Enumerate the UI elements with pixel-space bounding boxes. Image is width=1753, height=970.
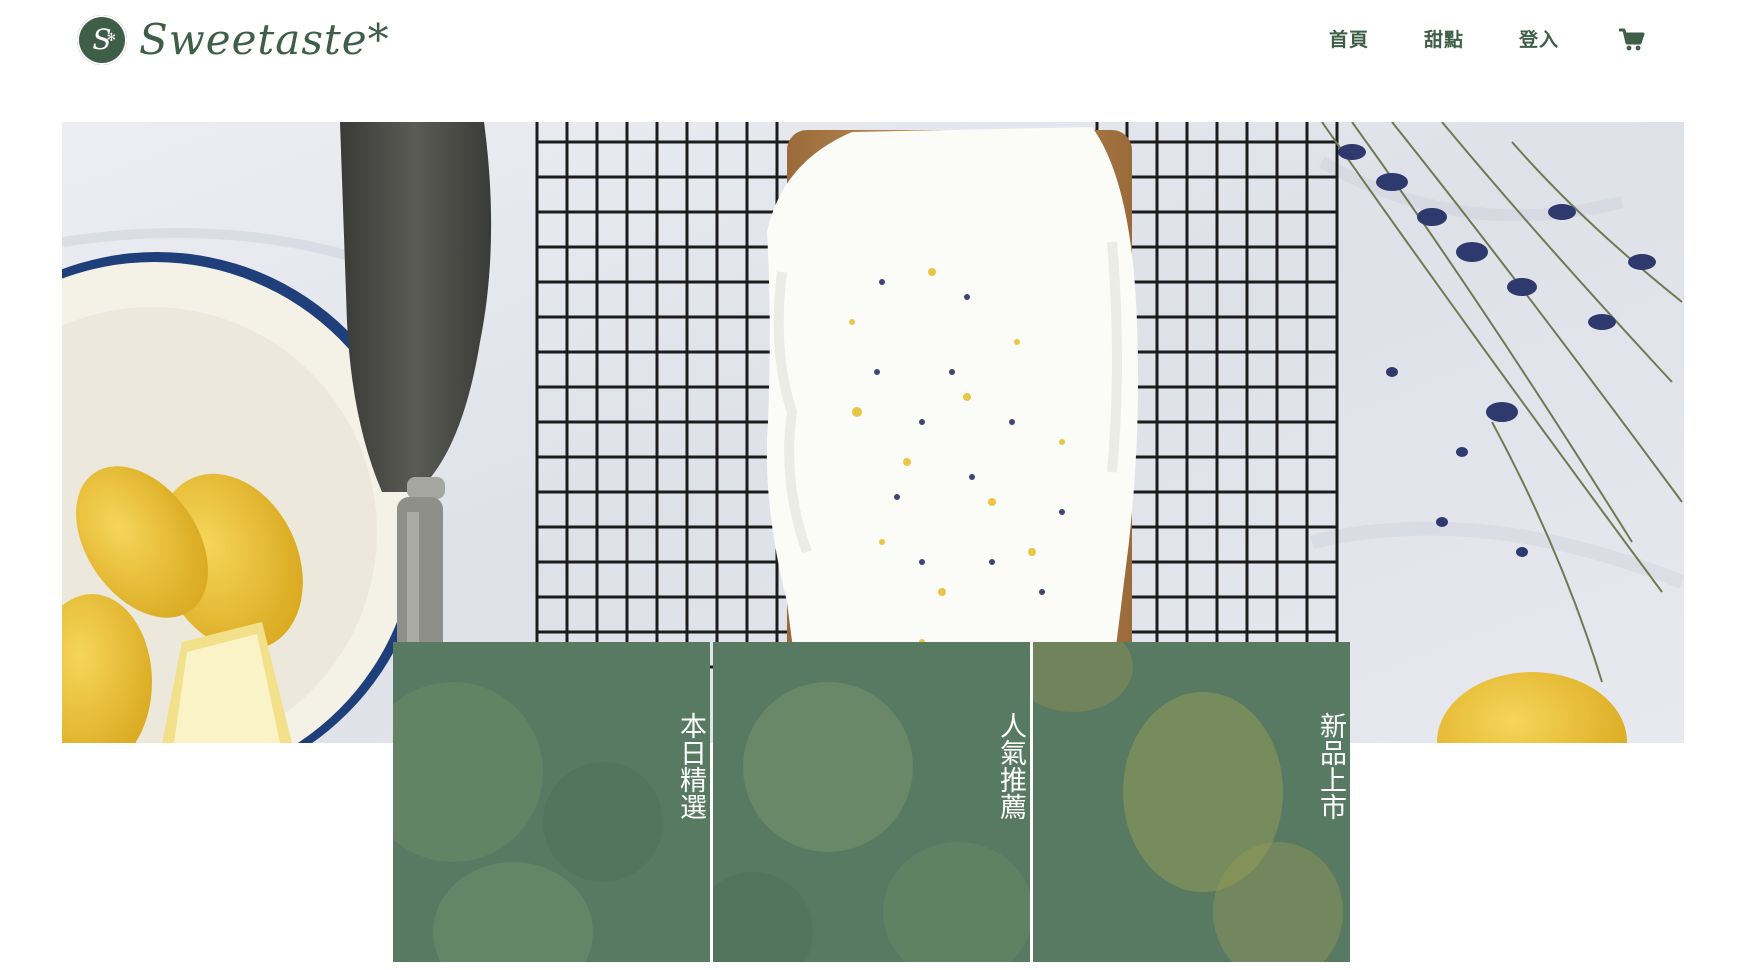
category-tiles: 本日精選 人氣推薦 新品上市 bbox=[393, 642, 1351, 962]
category-tile-popular[interactable]: 人氣推薦 bbox=[713, 642, 1030, 962]
logo-asterisk-icon: ✻ bbox=[106, 31, 116, 44]
logo-mark-letter: S bbox=[92, 23, 112, 56]
nav-item-desserts[interactable]: 甜點 bbox=[1424, 24, 1464, 56]
category-label: 人氣推薦 bbox=[995, 712, 1026, 820]
logo-mark-icon: S ✻ bbox=[77, 15, 127, 65]
page: S ✻ Sweetaste* 首頁 甜點 登入 本日精選 人氣推薦 新品上市 bbox=[0, 0, 1753, 970]
category-tile-new-arrivals[interactable]: 新品上市 bbox=[1033, 642, 1350, 962]
nav-item-login[interactable]: 登入 bbox=[1519, 24, 1559, 56]
tile-bg-decoration bbox=[1033, 642, 1133, 712]
main-nav: 首頁 甜點 登入 bbox=[1274, 24, 1645, 56]
nav-item-home[interactable]: 首頁 bbox=[1329, 24, 1369, 56]
site-header: S ✻ Sweetaste* 首頁 甜點 登入 bbox=[0, 0, 1753, 100]
category-label: 新品上市 bbox=[1315, 712, 1346, 820]
category-label: 本日精選 bbox=[675, 712, 706, 820]
tile-bg-decoration bbox=[883, 842, 1030, 962]
tile-bg-decoration bbox=[433, 862, 593, 962]
tile-bg-decoration bbox=[1213, 842, 1343, 962]
tile-bg-decoration bbox=[713, 872, 813, 962]
brand-name: Sweetaste* bbox=[139, 15, 390, 64]
brand-logo[interactable]: S ✻ Sweetaste* bbox=[77, 14, 390, 66]
category-tile-daily-picks[interactable]: 本日精選 bbox=[393, 642, 710, 962]
shopping-cart-icon[interactable] bbox=[1619, 28, 1645, 52]
